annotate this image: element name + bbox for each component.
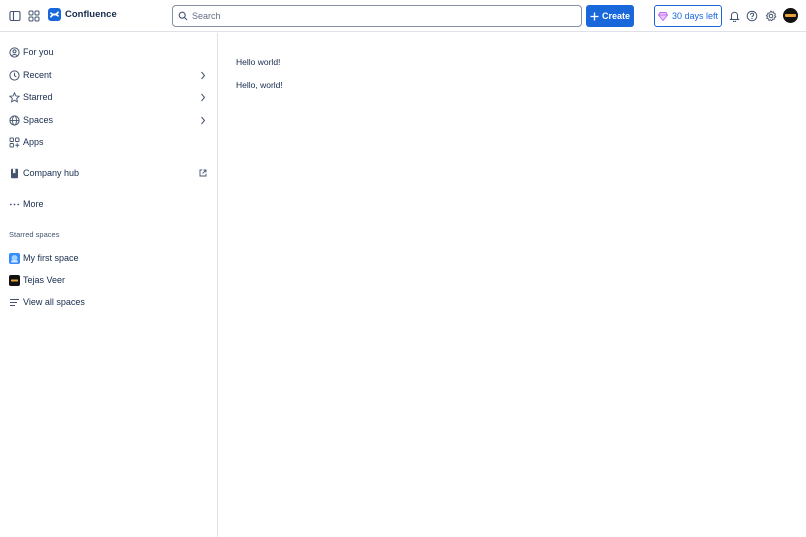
user-avatar[interactable] [783, 8, 798, 23]
more-icon [9, 199, 20, 210]
content-line: Hello, world! [236, 80, 283, 90]
sidebar-item-label: More [23, 199, 44, 209]
trial-days-button[interactable]: 30 days left [654, 5, 722, 27]
globe-icon [9, 114, 20, 126]
notifications-bell-icon[interactable] [727, 9, 741, 23]
chevron-right-icon[interactable] [199, 115, 207, 125]
create-button[interactable]: Create [586, 5, 634, 27]
bookmark-icon [9, 168, 20, 179]
app-switcher-icon[interactable] [27, 9, 41, 23]
sidebar: For you Recent Starred Spaces Apps Compa… [0, 33, 218, 537]
sidebar-item-recent[interactable]: Recent [0, 65, 218, 85]
top-navigation-bar: Confluence Create 30 days left [0, 0, 806, 32]
sidebar-item-my-first-space[interactable]: My first space [0, 248, 218, 268]
sidebar-item-label: For you [23, 47, 54, 57]
sidebar-item-label: Company hub [23, 168, 80, 178]
search-box[interactable] [172, 5, 582, 27]
sidebar-item-label: View all spaces [23, 297, 85, 307]
sidebar-item-label: My first space [23, 253, 79, 263]
search-icon [178, 11, 188, 21]
create-button-label: Create [601, 11, 630, 21]
sidebar-item-tejas-veer[interactable]: Tejas Veer [0, 270, 218, 290]
sidebar-item-more[interactable]: More [0, 194, 218, 214]
sidebar-item-label: Apps [23, 137, 44, 147]
plus-icon [590, 12, 599, 21]
sidebar-item-apps[interactable]: Apps [0, 132, 218, 152]
external-link-icon[interactable] [199, 168, 207, 178]
confluence-logo-icon [48, 8, 61, 21]
clock-icon [9, 69, 20, 81]
sidebar-item-spaces[interactable]: Spaces [0, 110, 218, 130]
main-content: Hello world! Hello, world! [219, 33, 806, 537]
for-you-icon [9, 46, 20, 58]
gem-icon [657, 11, 668, 21]
app-name: Confluence [65, 9, 117, 20]
sidebar-item-for-you[interactable]: For you [0, 42, 218, 62]
settings-gear-icon[interactable] [764, 9, 778, 23]
sidebar-item-label: Tejas Veer [23, 275, 66, 285]
sidebar-item-company-hub[interactable]: Company hub [0, 163, 218, 183]
sidebar-item-label: Spaces [23, 115, 54, 125]
sidebar-toggle-icon[interactable] [8, 9, 22, 23]
content-line: Hello world! [236, 57, 281, 67]
list-icon [9, 297, 20, 308]
help-icon[interactable] [745, 9, 759, 23]
apps-icon [9, 137, 20, 148]
sidebar-item-label: Starred [23, 92, 53, 102]
sidebar-item-label: Recent [23, 70, 52, 80]
trial-days-label: 30 days left [671, 11, 719, 21]
starred-spaces-heading: Starred spaces [9, 230, 60, 239]
sidebar-item-starred[interactable]: Starred [0, 87, 218, 107]
chevron-right-icon[interactable] [199, 70, 207, 80]
personal-space-icon [9, 274, 20, 286]
star-icon [9, 91, 20, 103]
search-input[interactable] [192, 11, 572, 21]
space-avatar-icon [9, 252, 20, 264]
sidebar-item-view-all-spaces[interactable]: View all spaces [0, 292, 218, 312]
chevron-right-icon[interactable] [199, 92, 207, 102]
confluence-home-link[interactable]: Confluence [48, 8, 117, 21]
